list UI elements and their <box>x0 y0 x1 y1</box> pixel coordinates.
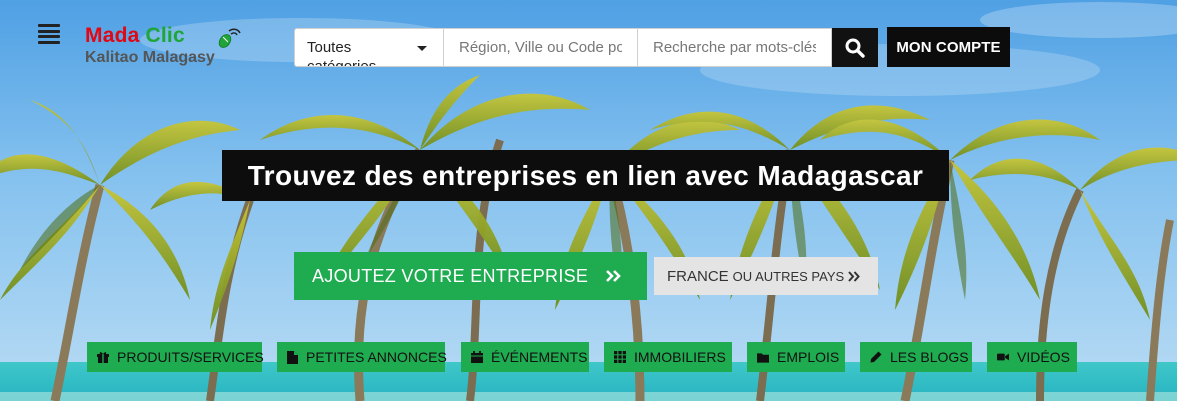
gift-icon <box>97 351 109 363</box>
category-select[interactable]: Toutes catégories <box>294 28 444 67</box>
site-logo[interactable]: Mada Clic Kalitao Malagasy <box>85 24 245 70</box>
search-icon <box>845 38 865 58</box>
category-nav: PRODUITS/SERVICES PETITES ANNONCES ÉVÉNE… <box>0 342 1177 372</box>
file-icon <box>287 350 298 364</box>
category-label: PRODUITS/SERVICES <box>117 349 264 365</box>
category-label: ÉVÉNEMENTS <box>491 349 588 365</box>
logo-tagline: Kalitao Malagasy <box>85 49 215 66</box>
double-chevron-right-icon <box>606 270 621 282</box>
category-select-value: Toutes catégories <box>307 39 377 67</box>
calendar-icon <box>471 351 483 363</box>
category-classified-ads[interactable]: PETITES ANNONCES <box>277 342 447 372</box>
country-label-rest: OU AUTRES PAYS <box>732 268 845 284</box>
grid-icon <box>614 351 626 363</box>
keywords-input[interactable] <box>638 28 832 67</box>
mouse-icon <box>218 28 241 48</box>
my-account-button[interactable]: MON COMPTE <box>887 27 1010 67</box>
search-bar: Toutes catégories <box>294 28 878 67</box>
double-chevron-right-icon <box>848 270 861 282</box>
logo-word-clic: Clic <box>145 24 185 47</box>
logo-word-mada: Mada <box>85 24 140 47</box>
category-label: IMMOBILIERS <box>634 349 726 365</box>
add-business-button[interactable]: AJOUTEZ VOTRE ENTREPRISE <box>294 252 647 300</box>
add-business-label: AJOUTEZ VOTRE ENTREPRISE <box>312 265 589 286</box>
caret-down-icon <box>417 46 427 51</box>
category-label: VIDÉOS <box>1017 349 1070 365</box>
category-videos[interactable]: VIDÉOS <box>987 342 1077 372</box>
category-blogs[interactable]: LES BLOGS <box>860 342 972 372</box>
category-label: EMPLOIS <box>777 349 840 365</box>
country-select-button[interactable]: FRANCE OU AUTRES PAYS <box>654 257 878 295</box>
location-input[interactable] <box>444 28 638 67</box>
country-label-main: FRANCE <box>667 267 729 285</box>
pencil-icon <box>870 351 882 363</box>
folder-icon <box>757 351 769 363</box>
video-camera-icon <box>997 351 1009 363</box>
category-label: LES BLOGS <box>890 349 969 365</box>
hamburger-menu-icon[interactable] <box>38 24 60 44</box>
category-real-estate[interactable]: IMMOBILIERS <box>604 342 732 372</box>
category-label: PETITES ANNONCES <box>306 349 447 365</box>
search-button[interactable] <box>832 28 878 67</box>
category-events[interactable]: ÉVÉNEMENTS <box>461 342 589 372</box>
category-products-services[interactable]: PRODUITS/SERVICES <box>87 342 264 372</box>
category-jobs[interactable]: EMPLOIS <box>747 342 845 372</box>
hero-title: Trouvez des entreprises en lien avec Mad… <box>222 150 949 201</box>
